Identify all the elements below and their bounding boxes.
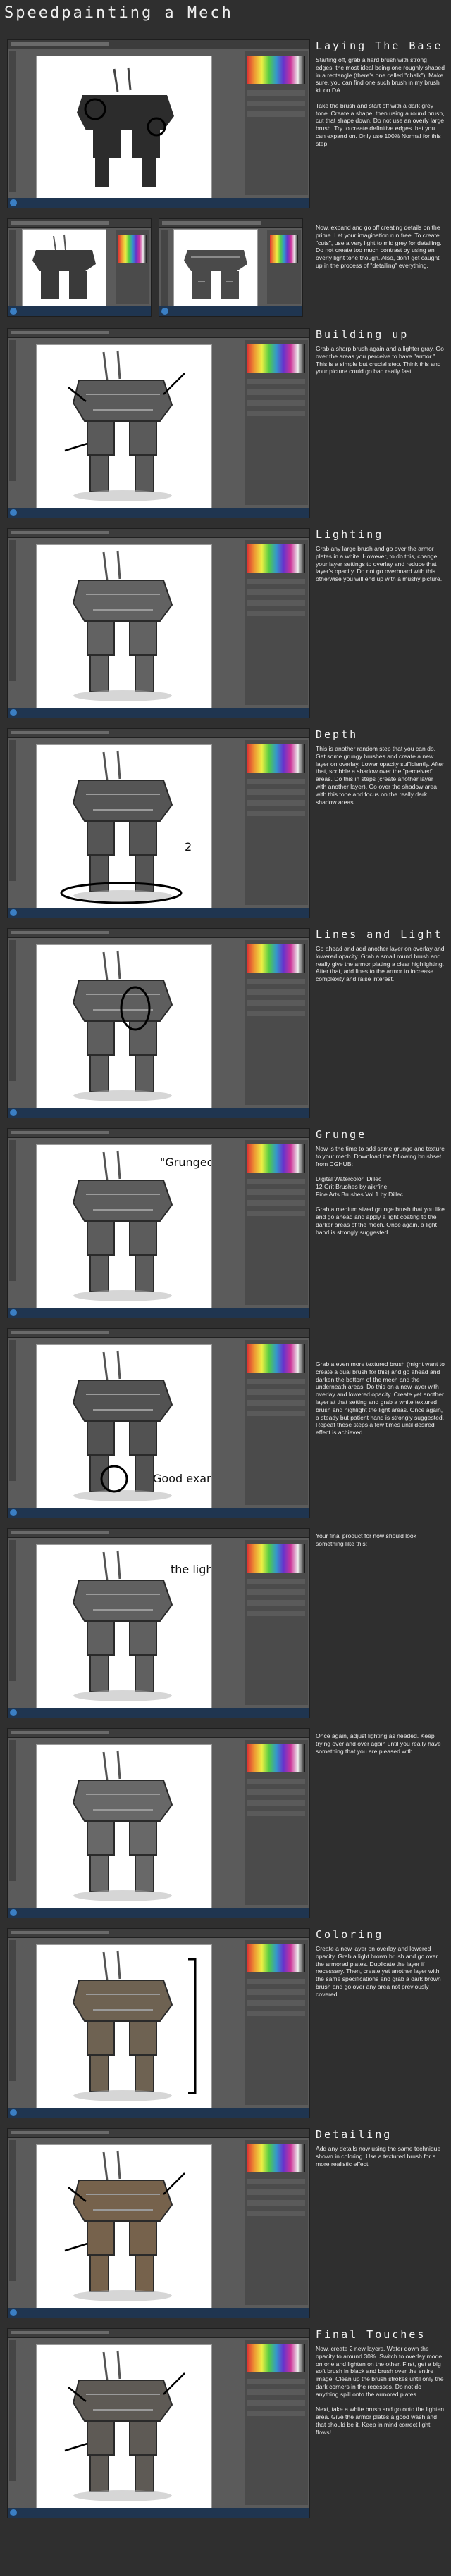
step-screenshot [7, 928, 310, 1118]
step-screenshot: Good example [7, 1328, 310, 1518]
mech-painting: 2 [60, 750, 192, 904]
step-screenshot-a [7, 218, 152, 317]
step-heading: Final Touches [316, 2328, 426, 2341]
step-6: "Grunged" Grunge Now is the time to add … [0, 1125, 451, 1323]
painting-canvas [36, 944, 212, 1110]
painting-canvas [36, 544, 212, 710]
step-heading: Lighting [316, 528, 384, 541]
step-body: Now, create 2 new layers. Water down the… [316, 2345, 445, 2436]
step-body: Grab a even more textured brush (might w… [316, 1361, 445, 1437]
painting-canvas: the light [36, 1544, 212, 1710]
step-5: Lines and Light Go ahead and add another… [0, 925, 451, 1123]
annotation-text: the light [171, 1563, 211, 1576]
step-screenshot [7, 2128, 310, 2318]
step-9: Once again, adjust lighting as needed. K… [0, 1725, 451, 1922]
step-body: Create a new layer on overlay and lowere… [316, 1945, 441, 1998]
step-body: Grab a sharp brush again and a lighter g… [316, 345, 444, 375]
step-12: Final Touches Now, create 2 new layers. … [0, 2325, 451, 2522]
step-body: This is another random step that you can… [316, 745, 444, 806]
mech-painting [64, 350, 185, 501]
painting-canvas: Good example [36, 1344, 212, 1510]
step-screenshot [7, 1928, 310, 2118]
step-heading: Depth [316, 728, 359, 741]
step-screenshot [7, 1728, 310, 1918]
mech-painting: the light [72, 1550, 211, 1701]
step-body: Starting off, grab a hard brush with str… [316, 56, 445, 147]
step-3: Lighting Grab any large brush and go ove… [0, 525, 451, 723]
annotation-text: 2 [185, 840, 192, 854]
painting-canvas [36, 1744, 212, 1910]
step-screenshot [7, 528, 310, 718]
step-screenshot [7, 2328, 310, 2518]
step-body: Once again, adjust lighting as needed. K… [316, 1732, 441, 1755]
step-screenshot: the light [7, 1528, 310, 1718]
mech-painting [72, 950, 173, 1101]
painting-canvas [36, 2144, 212, 2310]
step-4: 2 Depth This is another random step that… [0, 725, 451, 923]
mech-painting [72, 1950, 197, 2101]
step-7: Good example Grab a even more textured b… [0, 1325, 451, 1523]
step-heading: Lines and Light [316, 928, 443, 941]
mech-painting: Good example [72, 1350, 211, 1501]
step-body: Now, expand and go off creating details … [316, 224, 442, 269]
step-2: Building up Grab a sharp brush again and… [0, 325, 451, 523]
step-laying-base: Laying The Base Starting off, grab a har… [0, 37, 451, 213]
painting-canvas [36, 344, 212, 510]
step-body: Add any details now using the same techn… [316, 2145, 441, 2168]
step-screenshot: "Grunged" [7, 1128, 310, 1318]
step-body: Grab any large brush and go over the arm… [316, 545, 443, 583]
mech-painting [64, 2350, 185, 2501]
painting-canvas [36, 56, 212, 200]
step-heading: Building up [316, 328, 409, 341]
step-11: Detailing Add any details now using the … [0, 2125, 451, 2322]
step-screenshot-b [159, 218, 303, 317]
step-body: Now is the time to add some grunge and t… [316, 1145, 445, 1236]
step-heading: Coloring [316, 1928, 384, 1941]
painting-canvas [36, 1944, 212, 2110]
step-screenshot: 2 [7, 728, 310, 918]
step-body: Go ahead and add another layer on overla… [316, 945, 445, 983]
painting-canvas [36, 2344, 212, 2510]
mech-painting [64, 2150, 185, 2301]
step-heading: Detailing [316, 2128, 393, 2141]
step-screenshot [7, 39, 310, 208]
annotation-text: "Grunged" [160, 1156, 211, 1169]
painting-canvas: "Grunged" [36, 1144, 212, 1310]
mech-painting [72, 550, 173, 701]
step-screenshot [7, 328, 310, 518]
step-body: Your final product for now should look s… [316, 1532, 417, 1547]
painting-canvas: 2 [36, 744, 212, 910]
step-10: Coloring Create a new layer on overlay a… [0, 1925, 451, 2122]
mech-painting: "Grunged" [72, 1150, 211, 1301]
mech-silhouette [77, 67, 174, 187]
step-heading: Laying The Base [316, 39, 443, 52]
step-8: the light Your final product for now sho… [0, 1525, 451, 1722]
mech-painting [72, 1750, 173, 1901]
annotation-text: Good example [153, 1472, 211, 1485]
step-heading: Grunge [316, 1128, 367, 1141]
step-expand-details: Now, expand and go off creating details … [0, 215, 451, 321]
page-title: Speedpainting a Mech [4, 4, 233, 22]
